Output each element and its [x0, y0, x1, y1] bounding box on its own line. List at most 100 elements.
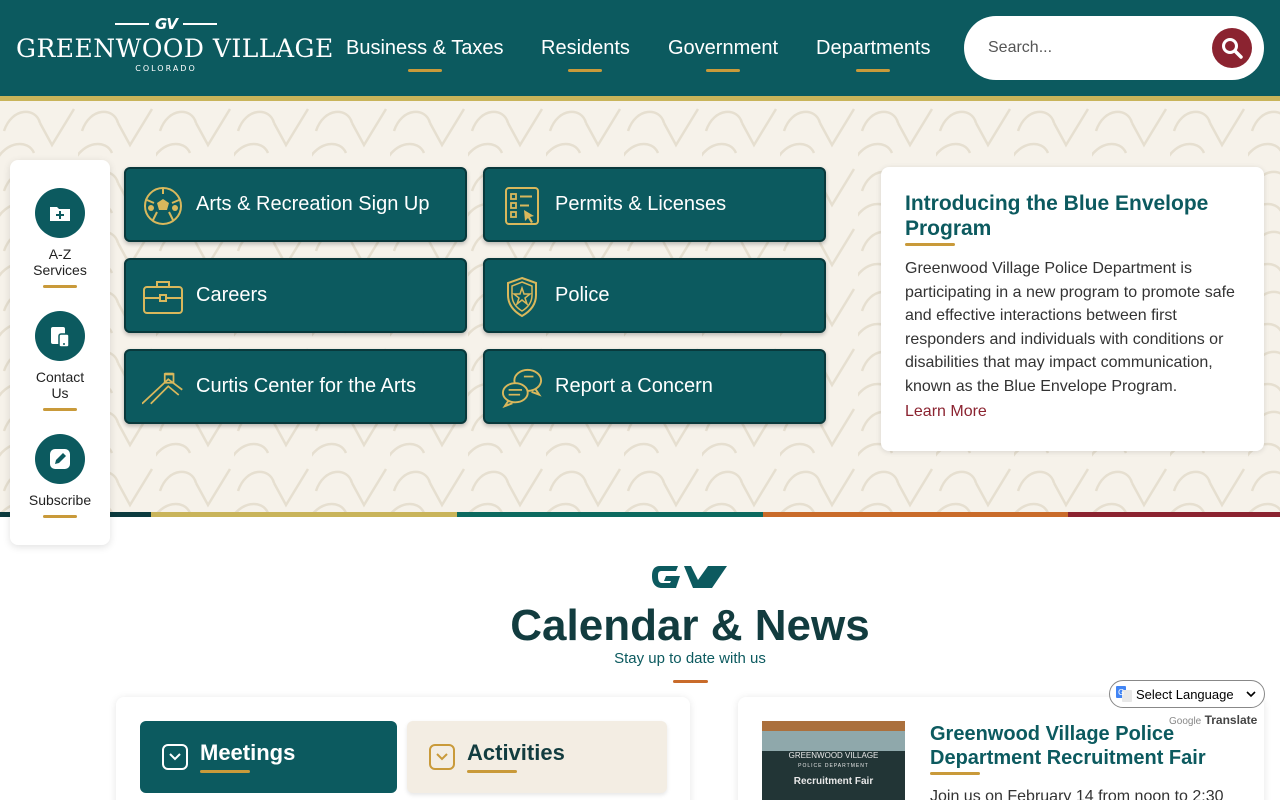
tile-icon: [501, 367, 543, 409]
tab-underline: [200, 770, 250, 773]
chevron-down-icon: [436, 753, 448, 761]
svg-text:G: G: [1118, 688, 1124, 697]
tab-chevron: [162, 744, 188, 770]
quick-link-circle: [35, 311, 85, 361]
language-select[interactable]: G Select Language: [1109, 680, 1265, 708]
tile-icon: [501, 185, 543, 227]
tile-icon: [142, 185, 184, 227]
band-segment: [763, 512, 1068, 517]
police-badge-icon: [507, 276, 537, 318]
logo-mark-text: GV: [155, 15, 178, 33]
folder-plus-icon: [50, 207, 70, 221]
quick-link-label: A-Z Services: [33, 246, 87, 278]
nav-departments[interactable]: Departments: [816, 37, 931, 72]
nav-label: Residents: [541, 37, 630, 59]
devices-icon: [51, 327, 70, 348]
tile-report-concern[interactable]: Report a Concern: [483, 349, 826, 424]
color-band: [0, 512, 1280, 517]
tile-careers[interactable]: Careers: [124, 258, 467, 333]
soccer-ball-icon: [144, 187, 182, 225]
tile-label: Arts & Recreation Sign Up: [196, 193, 430, 215]
tab-label: Meetings: [200, 740, 296, 765]
building-icon: [142, 372, 183, 405]
quick-link-az-services[interactable]: A-Z Services: [10, 188, 110, 288]
news-underline: [930, 772, 980, 775]
site-header: GV GREENWOOD VILLAGE COLORADO Business &…: [0, 0, 1280, 96]
quick-link-underline: [43, 285, 77, 288]
quick-link-underline: [43, 408, 77, 411]
tab-underline: [467, 770, 517, 773]
search-button[interactable]: [1212, 28, 1252, 68]
quick-link-label: Contact Us: [35, 369, 85, 401]
tab-chevron: [429, 744, 455, 770]
logo-name: GREENWOOD VILLAGE: [16, 34, 334, 63]
quick-link-contact-us[interactable]: Contact Us: [10, 311, 110, 411]
tile-permits-licenses[interactable]: Permits & Licenses: [483, 167, 826, 242]
tile-police[interactable]: Police: [483, 258, 826, 333]
tab-meetings[interactable]: Meetings: [140, 721, 397, 793]
feature-title[interactable]: Introducing the Blue Envelope Program: [905, 191, 1245, 241]
nav-government[interactable]: Government: [668, 37, 778, 72]
nav-label: Government: [668, 37, 779, 59]
feature-underline: [905, 243, 955, 246]
nav-label: Departments: [816, 37, 931, 59]
google-wordmark: Google: [1169, 716, 1202, 727]
tile-icon: [142, 276, 184, 318]
image-sign-text: GREENWOOD VILLAGE POLICE DEPARTMENT Recr…: [762, 751, 905, 787]
nav-label: Business & Taxes: [346, 37, 504, 59]
briefcase-icon: [143, 281, 183, 314]
chat-bubbles-icon: [501, 368, 543, 409]
nav-business-taxes[interactable]: Business & Taxes: [346, 37, 504, 72]
logo-mark: GV: [16, 14, 316, 34]
tile-label: Curtis Center for the Arts: [196, 375, 417, 397]
quick-link-circle: [35, 188, 85, 238]
gv-mark-icon: [652, 566, 727, 588]
news-title[interactable]: Greenwood Village Police Department Recr…: [930, 722, 1240, 770]
section-title: Calendar & News: [510, 601, 870, 650]
tile-label: Permits & Licenses: [555, 193, 727, 215]
news-image[interactable]: GREENWOOD VILLAGE POLICE DEPARTMENT Recr…: [762, 721, 905, 800]
google-translate-icon: G: [1116, 686, 1132, 702]
nav-underline: [856, 69, 891, 72]
learn-more-link[interactable]: Learn More: [905, 403, 987, 421]
band-segment: [151, 512, 457, 517]
news-text: Join us on February 14 from noon to 2:30: [930, 788, 1224, 800]
band-segment: [457, 512, 763, 517]
quick-link-circle: [35, 434, 85, 484]
quick-link-underline: [43, 515, 77, 518]
powered-by-google[interactable]: Google Translate: [1169, 713, 1257, 727]
nav-underline: [568, 69, 603, 72]
image-sign-org: GREENWOOD VILLAGE: [788, 751, 879, 760]
tile-curtis-center[interactable]: Curtis Center for the Arts: [124, 349, 467, 424]
quick-link-subscribe[interactable]: Subscribe: [10, 434, 110, 518]
tile-label: Report a Concern: [555, 375, 713, 397]
logo-dash-left: [115, 23, 150, 25]
nav-residents[interactable]: Residents: [541, 37, 630, 72]
logo-subtitle: COLORADO: [135, 64, 197, 73]
image-sky: [762, 731, 905, 751]
tile-icon: [142, 367, 184, 409]
nav-underline: [706, 69, 741, 72]
tile-label: Police: [555, 284, 610, 306]
image-sign-dept: POLICE DEPARTMENT: [798, 763, 869, 769]
tile-icon: [501, 276, 543, 318]
nav-underline: [407, 69, 442, 72]
tile-label: Careers: [196, 284, 268, 306]
search-input[interactable]: [988, 36, 1178, 60]
checklist-icon: [505, 187, 539, 225]
translate-wordmark: Translate: [1204, 713, 1258, 727]
quick-links-panel: A-Z Services Contact Us Subscribe: [10, 160, 110, 545]
tab-label: Activities: [467, 740, 565, 765]
quick-link-label: Subscribe: [28, 492, 92, 508]
feature-card: Introducing the Blue Envelope Program Gr…: [881, 167, 1264, 451]
logo-dash-right: [182, 23, 217, 25]
image-sign-caption: Recruitment Fair: [793, 776, 874, 787]
pencil-icon: [50, 449, 70, 469]
feature-text: Greenwood Village Police Department is p…: [905, 260, 1235, 395]
section-underline: [673, 680, 708, 683]
tab-activities[interactable]: Activities: [407, 721, 667, 793]
site-logo[interactable]: GV GREENWOOD VILLAGE COLORADO: [16, 14, 334, 80]
tile-arts-recreation[interactable]: Arts & Recreation Sign Up: [124, 167, 467, 242]
image-strip: [762, 721, 905, 731]
search-icon: [1222, 38, 1243, 59]
